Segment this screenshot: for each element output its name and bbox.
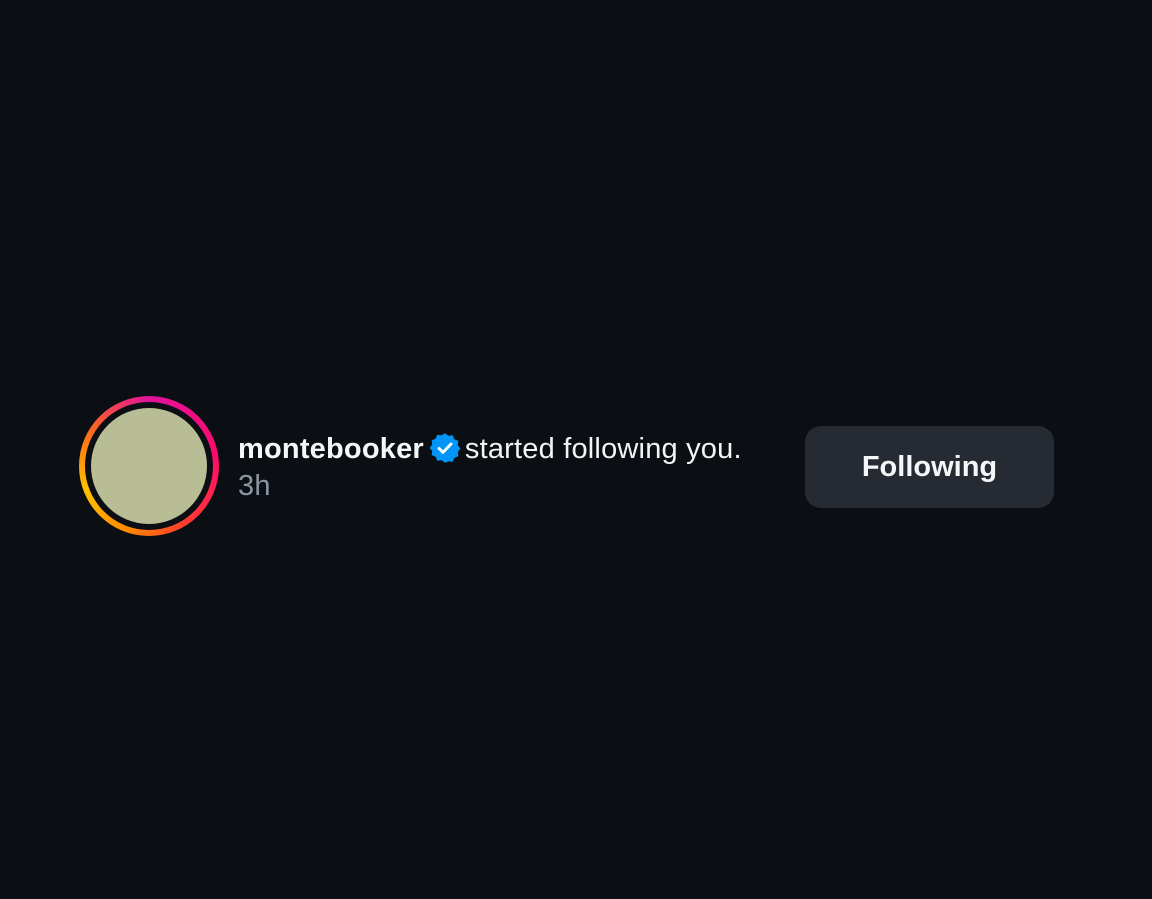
action-text: started following you. [464, 433, 742, 465]
avatar-gap [85, 402, 213, 530]
username-link[interactable]: montebooker [238, 433, 424, 465]
verified-badge-icon [429, 433, 461, 463]
notification-text: montebooker started following you. 3h [238, 431, 758, 505]
avatar[interactable] [91, 408, 207, 524]
timestamp: 3h [238, 470, 271, 502]
following-button[interactable]: Following [805, 426, 1054, 508]
follow-notification: montebooker started following you. 3h Fo… [0, 0, 1152, 899]
story-ring[interactable] [79, 396, 219, 536]
